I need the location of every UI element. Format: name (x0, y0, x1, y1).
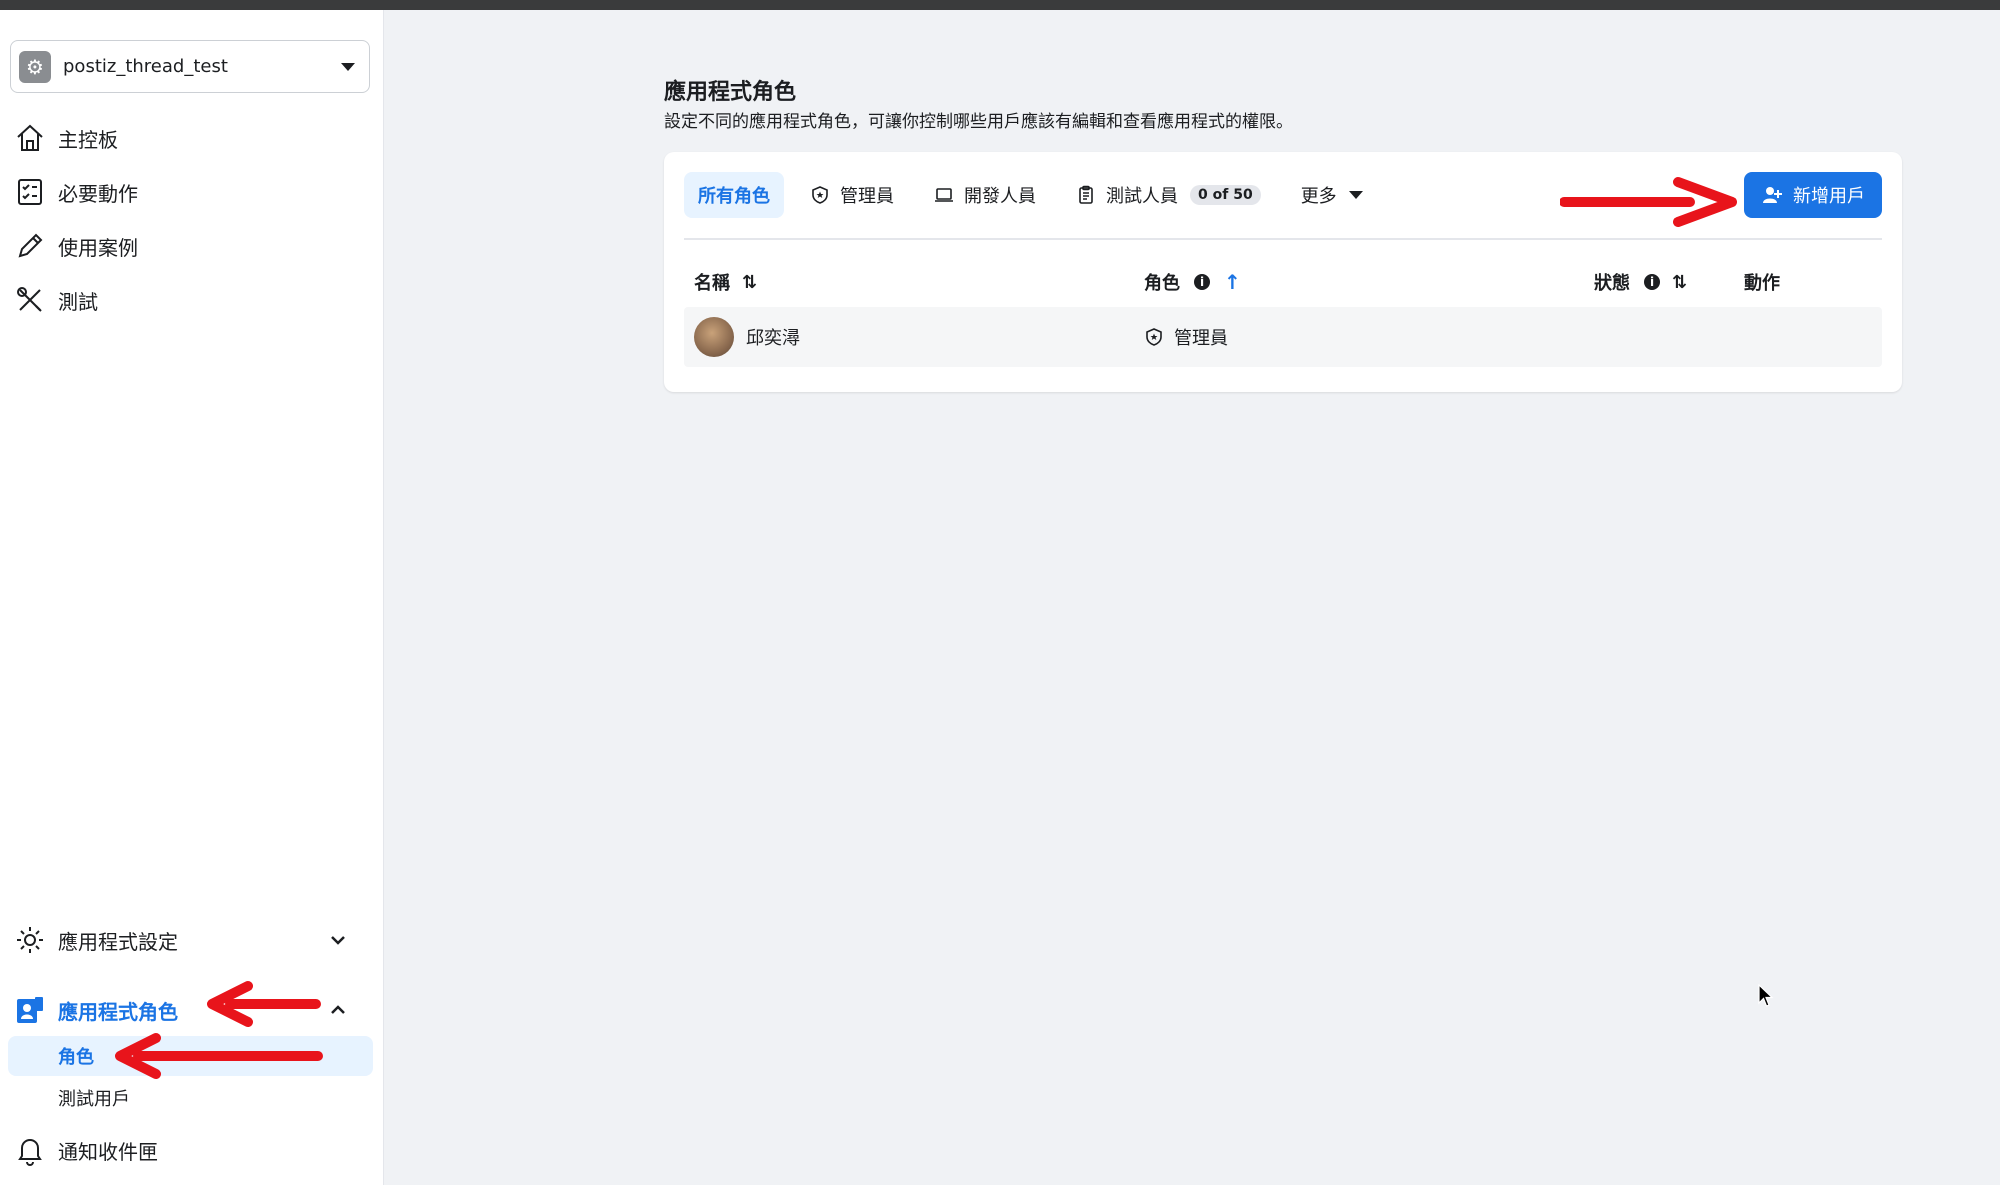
column-role[interactable]: 角色 i ↑ (1144, 262, 1241, 302)
chevron-up-icon (331, 1005, 345, 1014)
pencil-icon (18, 233, 43, 258)
add-person-icon (1763, 187, 1782, 203)
top-bar (0, 0, 2000, 10)
sidebar-item-dashboard[interactable]: 主控板 (14, 114, 370, 162)
sidebar-item-required-actions[interactable]: 必要動作 (14, 168, 370, 216)
table-header: 名稱 ⇅ 角色 i ↑ 狀態 i ⇅ 動作 (684, 262, 1882, 302)
sidebar-item-label: 使用案例 (58, 235, 138, 260)
shield-star-icon (1146, 328, 1162, 346)
tab-more[interactable]: 更多 (1287, 172, 1377, 218)
column-label: 名稱 (694, 273, 730, 294)
page-description: 設定不同的應用程式角色，可讓你控制哪些用戶應該有編輯和查看應用程式的權限。 (664, 112, 1293, 132)
caret-down-icon (341, 62, 355, 71)
mouse-cursor-icon (1758, 984, 1774, 1007)
sidebar-item-label: 必要動作 (58, 181, 138, 206)
testers-count-badge: 0 of 50 (1190, 185, 1261, 205)
column-label: 動作 (1744, 273, 1780, 294)
tab-label: 測試人員 (1106, 186, 1178, 207)
sidebar: ⚙ postiz_thread_test 主控板 必要動作 使用案例 測試 應用… (0, 10, 384, 1185)
column-name[interactable]: 名稱 ⇅ (694, 262, 757, 302)
column-status[interactable]: 狀態 i ⇅ (1594, 262, 1687, 302)
checklist-icon (18, 179, 42, 205)
tab-admins[interactable]: 管理員 (796, 172, 908, 218)
app-selector[interactable]: ⚙ postiz_thread_test (10, 40, 370, 93)
laptop-icon (935, 188, 953, 202)
tab-testers[interactable]: 測試人員 0 of 50 (1062, 172, 1275, 218)
gear-icon (17, 927, 43, 953)
sort-icon: ⇅ (742, 271, 758, 293)
sidebar-item-app-settings[interactable]: 應用程式設定 (14, 916, 370, 964)
shield-star-icon (812, 186, 828, 204)
sidebar-item-label: 通知收件匣 (58, 1139, 158, 1164)
page-title: 應用程式角色 (664, 80, 797, 105)
clipboard-icon (1079, 185, 1093, 204)
sidebar-item-label: 應用程式角色 (58, 999, 178, 1024)
avatar (694, 317, 734, 357)
tab-developers[interactable]: 開發人員 (920, 172, 1050, 218)
sidebar-item-app-roles[interactable]: 應用程式角色 (14, 986, 370, 1034)
roles-icon (17, 997, 43, 1023)
sort-ascending-icon: ↑ (1224, 270, 1241, 294)
sort-icon: ⇅ (1672, 271, 1688, 293)
home-icon (17, 124, 43, 151)
roles-card: 所有角色 管理員 開發人員 測試人員 0 of 50 更多 新增用戶 名稱 ⇅ (664, 152, 1902, 392)
info-icon[interactable]: i (1194, 274, 1210, 290)
tab-label: 管理員 (840, 186, 894, 207)
sidebar-item-use-cases[interactable]: 使用案例 (14, 222, 370, 270)
table-row[interactable]: 邱奕潯 管理員 (684, 307, 1882, 367)
column-label: 角色 (1144, 273, 1180, 294)
bell-icon (18, 1139, 42, 1166)
sidebar-subitem-test-users[interactable]: 測試用戶 (8, 1078, 373, 1118)
info-icon[interactable]: i (1644, 274, 1660, 290)
tab-all-roles[interactable]: 所有角色 (684, 172, 784, 218)
sidebar-item-label: 主控板 (58, 127, 118, 152)
app-gear-icon: ⚙ (19, 50, 51, 83)
tab-label: 更多 (1300, 186, 1337, 207)
sidebar-item-notifications[interactable]: 通知收件匣 (14, 1126, 370, 1174)
role-tabs: 所有角色 管理員 開發人員 測試人員 0 of 50 更多 (684, 172, 1389, 218)
column-label: 狀態 (1594, 273, 1630, 294)
column-actions: 動作 (1744, 262, 1780, 302)
sidebar-subitem-roles[interactable]: 角色 (8, 1036, 373, 1076)
user-name: 邱奕潯 (746, 328, 800, 349)
tab-label: 開發人員 (964, 186, 1036, 207)
tab-label: 所有角色 (698, 186, 770, 207)
sidebar-item-testing[interactable]: 測試 (14, 276, 370, 324)
sidebar-item-label: 測試 (58, 289, 98, 314)
sidebar-item-label: 應用程式設定 (58, 929, 178, 954)
add-user-label: 新增用戶 (1793, 186, 1865, 207)
tools-icon (17, 287, 42, 312)
app-name: postiz_thread_test (63, 56, 228, 77)
role-label: 管理員 (1174, 328, 1228, 349)
add-user-button[interactable]: 新增用戶 (1744, 172, 1882, 218)
caret-down-icon (1348, 191, 1363, 199)
chevron-down-icon (331, 936, 345, 945)
tabs-divider (684, 238, 1882, 240)
user-role: 管理員 (1144, 307, 1228, 367)
